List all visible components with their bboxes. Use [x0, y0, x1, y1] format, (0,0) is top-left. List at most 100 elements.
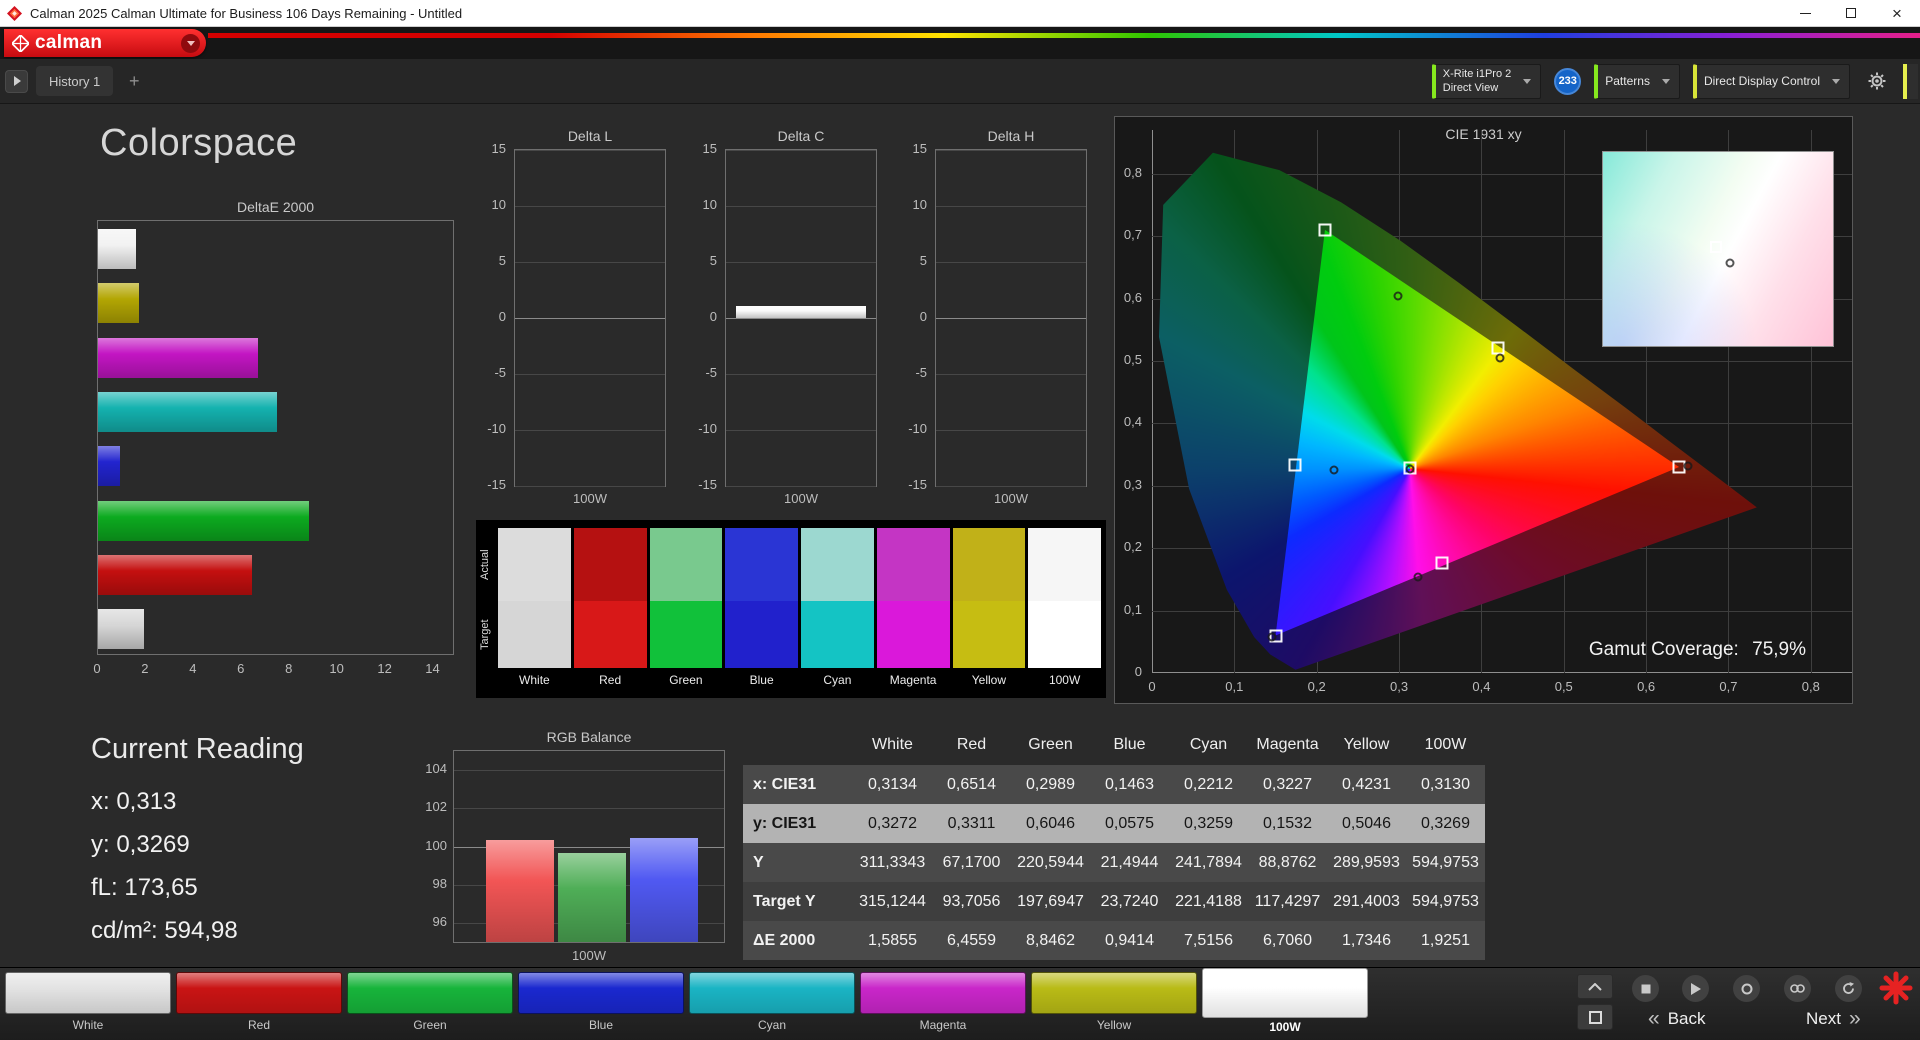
gridline: [726, 206, 876, 207]
calman-gem-icon: [12, 34, 29, 52]
swatch-compare-panel: Actual Target White Red Green Blue Cyan Magen…: [476, 520, 1106, 698]
swatch-column-yellow: Yellow: [952, 528, 1026, 692]
cie-y-tick: 0,6: [1123, 289, 1142, 305]
swatch-column-label: 100W: [1048, 673, 1081, 687]
add-tab-button[interactable]: +: [123, 70, 145, 92]
pattern-swatch-white[interactable]: White: [5, 972, 171, 1034]
pattern-swatch-green[interactable]: Green: [347, 972, 513, 1034]
pattern-swatch-yellow[interactable]: Yellow: [1031, 972, 1197, 1034]
settings-gear-button[interactable]: [1863, 68, 1890, 95]
table-cell: 289,9593: [1327, 843, 1406, 882]
swatch-column-label: Red: [599, 673, 622, 687]
swatch-label: Magenta: [919, 1018, 967, 1032]
current-reading-title: Current Reading: [91, 733, 304, 765]
triangle-right-icon: [14, 76, 21, 86]
collapse-panel-button[interactable]: [1577, 974, 1613, 999]
delta-y-tick: 10: [491, 197, 506, 212]
record-button[interactable]: [1733, 975, 1760, 1002]
cie-measured-magenta: [1413, 572, 1423, 582]
delta-y-tick: -10: [487, 421, 506, 436]
close-button[interactable]: ×: [1874, 0, 1920, 26]
pattern-swatch-100w[interactable]: 100W: [1202, 968, 1368, 1034]
actual-swatch: [573, 528, 647, 601]
meter-dropdown[interactable]: X-Rite i1Pro 2 Direct View: [1431, 63, 1542, 99]
play-button[interactable]: [1682, 975, 1709, 1002]
next-button[interactable]: Next »: [1806, 1004, 1861, 1034]
table-cell: 0,2989: [1011, 765, 1090, 804]
reading-value: fL: 173,65: [91, 874, 198, 901]
table-cell: 0,3227: [1248, 765, 1327, 804]
pattern-swatch-cyan[interactable]: Cyan: [689, 972, 855, 1034]
table-cell: 311,3343: [853, 843, 932, 882]
gamut-coverage-label: Gamut Coverage:: [1588, 639, 1739, 660]
table-column-header: Magenta: [1256, 736, 1319, 753]
actual-row-label: Actual: [479, 549, 491, 580]
cie-measured-cyan: [1329, 465, 1339, 475]
pattern-swatch-red[interactable]: Red: [176, 972, 342, 1034]
refresh-button[interactable]: [1835, 975, 1862, 1002]
deltae-bar-blue: [98, 446, 121, 487]
table-cell: 241,7894: [1169, 843, 1248, 882]
cie-y-tick: 0: [1134, 664, 1142, 679]
target-swatch: [573, 601, 647, 668]
display-control-dropdown[interactable]: Direct Display Control: [1692, 63, 1850, 99]
delta-y-tick: -15: [908, 477, 927, 492]
table-cell: 0,3259: [1169, 804, 1248, 843]
table-cell: 6,4559: [932, 921, 1011, 960]
swatch-color: [1031, 972, 1197, 1014]
table-cell: 594,9753: [1406, 843, 1485, 882]
deltae-x-tick: 4: [189, 661, 197, 676]
swatch-column-label: Blue: [749, 673, 774, 687]
collapsed-panel-strip[interactable]: [1903, 63, 1918, 99]
link-button[interactable]: [1784, 975, 1811, 1002]
calman-logo[interactable]: calman: [4, 29, 206, 57]
target-swatch: [876, 601, 950, 668]
reading-value: cd/m²: 594,98: [91, 917, 238, 944]
gridline: [936, 262, 1086, 263]
red-asterisk-icon: [1879, 971, 1913, 1005]
table-cell: 0,3311: [932, 804, 1011, 843]
target-row-label: Target: [479, 619, 491, 650]
rgb-bar-blue: [630, 838, 698, 942]
chevron-up-icon: [1588, 982, 1602, 991]
chevron-down-icon: [1661, 78, 1670, 84]
cie-x-tick: 0,3: [1390, 679, 1409, 694]
delta-y-tick: 0: [498, 309, 506, 324]
gridline: [515, 374, 665, 375]
table-cell: 0,3269: [1406, 804, 1485, 843]
window-controls: ×: [1782, 0, 1920, 26]
swatch-label: Cyan: [757, 1018, 786, 1032]
measurement-table: White Red Green Blue Cyan Magenta Yellow 100W x:…: [743, 725, 1485, 960]
pattern-swatch-magenta[interactable]: Magenta: [860, 972, 1026, 1034]
tab-history-1[interactable]: History 1: [36, 66, 114, 96]
table-row-label: Target Y: [743, 882, 853, 921]
meter-count-badge[interactable]: 233: [1554, 67, 1582, 95]
delta-chart-title: Delta L: [567, 128, 613, 144]
stop-button[interactable]: [1632, 975, 1659, 1002]
window-title: Calman 2025 Calman Ultimate for Business…: [30, 5, 463, 21]
delta-y-tick: 0: [919, 309, 927, 324]
double-chevron-right-icon: »: [1848, 1007, 1861, 1030]
table-cell: 21,4944: [1090, 843, 1169, 882]
delta-chart-title: Delta H: [987, 128, 1035, 144]
back-button[interactable]: « Back: [1648, 1004, 1705, 1034]
pattern-swatch-blue[interactable]: Blue: [518, 972, 684, 1034]
swatch-color: [176, 972, 342, 1014]
history-panel-toggle[interactable]: [5, 69, 28, 93]
cie-measured-blue: [1267, 632, 1277, 642]
minimize-button[interactable]: [1782, 0, 1828, 26]
delta-chart-delta-h: [935, 149, 1087, 487]
table-cell: 315,1244: [853, 882, 932, 921]
gridline: [726, 374, 876, 375]
swatch-label: Green: [413, 1018, 447, 1032]
patterns-dropdown[interactable]: Patterns: [1594, 63, 1680, 99]
restore-button[interactable]: [1828, 0, 1874, 26]
rgb-y-tick: 98: [432, 875, 447, 891]
layout-button[interactable]: [1577, 1004, 1613, 1030]
calman-asterisk-badge: [1878, 970, 1914, 1011]
refresh-icon: [1843, 982, 1854, 994]
delta-y-tick: 15: [491, 141, 506, 156]
logo-menu-button[interactable]: [181, 33, 200, 53]
swatch-column-label: White: [519, 673, 550, 687]
cie-y-tick: 0,5: [1123, 351, 1142, 367]
